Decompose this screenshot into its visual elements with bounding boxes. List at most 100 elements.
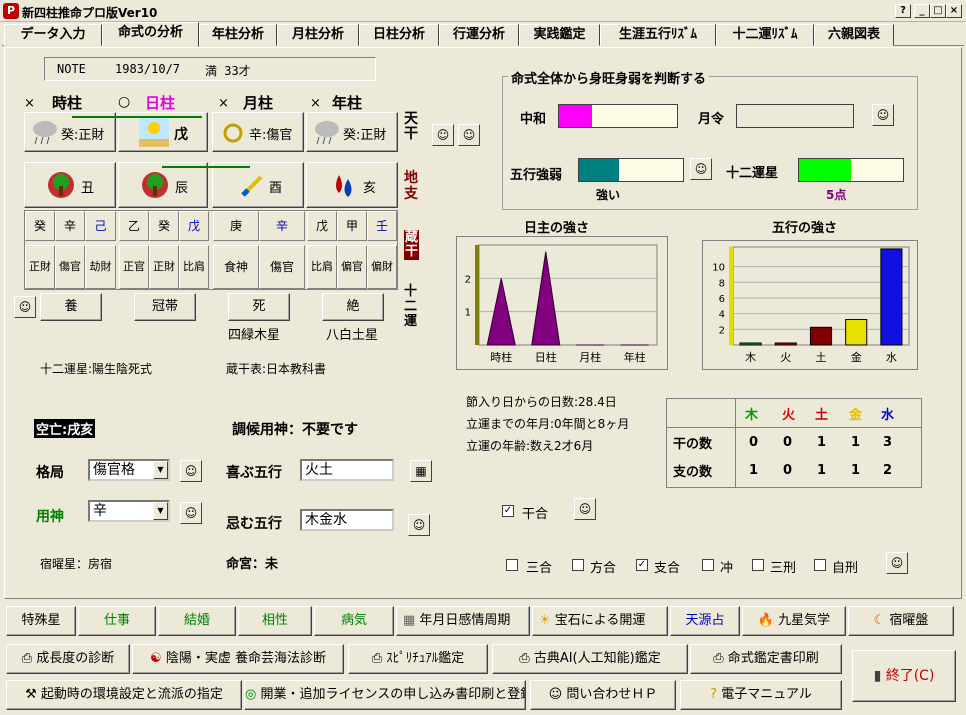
tab-year-pillar[interactable]: 年柱分析 <box>199 24 277 46</box>
check-label: 冲 <box>720 561 734 576</box>
shigoto-button[interactable]: 仕事 <box>78 606 156 636</box>
printer-icon: ⎙ <box>21 651 37 666</box>
tab-day-pillar[interactable]: 日柱分析 <box>359 24 439 46</box>
window-title: 新四柱推命プロ版Ver10 <box>22 6 158 20</box>
chevron-down-icon[interactable]: ▼ <box>153 461 168 479</box>
stem-link-line <box>72 116 202 118</box>
maximize-button[interactable]: □ <box>930 4 946 18</box>
gem-label: 宝石による開運 <box>554 613 646 628</box>
aishou-button[interactable]: 相性 <box>238 606 312 636</box>
tab-gogyo-rhythm[interactable]: 生涯五行ﾘｽﾞﾑ <box>600 24 716 46</box>
kango-info-button[interactable]: ☺ <box>574 498 596 520</box>
zoukan-cell: 辛 <box>55 211 85 241</box>
yorokobu-label: 喜ぶ五行 <box>226 465 282 481</box>
tools-icon: ⚒ <box>25 687 41 702</box>
spiritual-button[interactable]: ⎙ ｽﾋﾟﾘﾁｭｱﾙ鑑定 <box>348 644 488 674</box>
chart2-title: 五行の強さ <box>772 221 838 236</box>
kekkon-button[interactable]: 結婚 <box>158 606 236 636</box>
growth-label: 成長度の診断 <box>36 651 115 666</box>
youjin-select[interactable]: 辛 ▼ <box>88 500 170 522</box>
imu-info-button[interactable]: ☺ <box>408 514 430 536</box>
grid-icon[interactable]: ▦ <box>410 460 432 482</box>
zoukan-cell: 己 <box>85 211 116 241</box>
zoukan-god-cell: 正財 <box>25 245 55 289</box>
zoukan-grid: 癸 辛 己 乙 癸 戊 庚 辛 戊 甲 壬 正財 傷官 劫財 正官 正財 比肩 … <box>24 210 398 290</box>
tengen-button[interactable]: 天源占 <box>670 606 740 636</box>
twelve-year-button[interactable]: 絶 <box>322 293 384 321</box>
branch-hour-button[interactable]: 丑 <box>24 162 116 208</box>
tab-gyoun[interactable]: 行運分析 <box>439 24 519 46</box>
license-button[interactable]: ◎ 開業・追加ライセンスの申し込み書印刷と登録 <box>244 680 526 710</box>
kanjou-cycle-button[interactable]: ▦ 年月日感情周期 <box>396 606 530 636</box>
help-button[interactable]: ? <box>895 4 911 18</box>
sangou-checkbox[interactable] <box>506 559 518 571</box>
license-label: 開業・追加ライセンスの申し込み書印刷と登録 <box>260 687 526 702</box>
youjin-info-button[interactable]: ☺ <box>180 502 202 524</box>
gatsurei-info-button[interactable]: ☺ <box>872 104 894 126</box>
tab-juuni-rhythm[interactable]: 十二運ﾘｽﾞﾑ <box>716 24 814 46</box>
pillar-name-month: 月柱 <box>243 94 274 112</box>
checks-info-button[interactable]: ☺ <box>886 552 908 574</box>
zoukan-cell: 乙 <box>119 211 149 241</box>
stem-hour-button[interactable]: 癸:正財 <box>24 112 116 152</box>
gogyo-strength-svg: 2 4 6 8 10 木 火 土 金 水 <box>712 246 910 364</box>
print-report-label: 命式鑑定書印刷 <box>727 651 819 666</box>
contact-button[interactable]: ☺ 問い合わせＨＰ <box>530 680 676 710</box>
sankei-checkbox[interactable] <box>752 559 764 571</box>
check-label: 自刑 <box>832 561 859 576</box>
branch-day-button[interactable]: 辰 <box>118 162 208 208</box>
jikei-checkbox[interactable] <box>814 559 826 571</box>
kyusei-button[interactable]: 🔥 九星気学 <box>742 606 846 636</box>
twelve-info-button[interactable]: ☺ <box>14 296 36 318</box>
manual-button[interactable]: ? 電子マニュアル <box>680 680 842 710</box>
tenkan-info2-button[interactable]: ☺ <box>458 124 480 146</box>
exit-button[interactable]: ▮ 終了(C) <box>852 650 956 702</box>
tenkan-info-button[interactable]: ☺ <box>432 124 454 146</box>
note-label: NOTE <box>57 62 86 76</box>
tab-data-input[interactable]: データ入力 <box>4 24 102 46</box>
tokushusei-button[interactable]: 特殊星 <box>6 606 76 636</box>
twelve-hour-button[interactable]: 養 <box>40 293 102 321</box>
stem-day-button[interactable]: 戊 <box>118 112 208 152</box>
bar <box>880 248 903 346</box>
branch-month-button[interactable]: 酉 <box>212 162 304 208</box>
tab-meishiki[interactable]: 命式の分析 <box>102 22 199 47</box>
yorokobu-field[interactable]: 火土 <box>300 459 394 481</box>
tab-jissen[interactable]: 実践鑑定 <box>519 24 600 46</box>
kakkyoku-info-button[interactable]: ☺ <box>180 460 202 482</box>
branch-year-button[interactable]: 亥 <box>306 162 398 208</box>
tab-month-pillar[interactable]: 月柱分析 <box>277 24 359 46</box>
gogyo-header: 金 <box>849 408 863 423</box>
y-tick-label: 8 <box>719 278 725 289</box>
twelve-day-button[interactable]: 冠帯 <box>134 293 196 321</box>
tab-rokushin[interactable]: 六親図表 <box>814 24 894 46</box>
growth-button[interactable]: ⎙ 成長度の診断 <box>6 644 130 674</box>
twelve-month-button[interactable]: 死 <box>228 293 290 321</box>
moon-icon: ☾ <box>873 613 886 628</box>
stem-month-button[interactable]: 辛:傷官 <box>212 112 304 152</box>
close-button[interactable]: × <box>946 4 962 18</box>
stem-year-label: 癸:正財 <box>343 128 387 143</box>
inyou-button[interactable]: ☯ 陰陽・実虚 養命芸海法診断 <box>132 644 344 674</box>
settings-label: 起動時の環境設定と流派の指定 <box>40 687 223 702</box>
gogyo-cell: 0 <box>783 435 793 450</box>
zoukan-table: 蔵干表:日本教科書 <box>226 362 327 376</box>
kakkyoku-select[interactable]: 傷官格 ▼ <box>88 459 170 481</box>
shigou-checkbox[interactable]: ✓ <box>636 559 648 571</box>
imu-field[interactable]: 木金水 <box>300 509 394 531</box>
minimize-button[interactable]: _ <box>914 4 930 18</box>
shukuyo-board-button[interactable]: ☾ 宿曜盤 <box>848 606 954 636</box>
chuu-checkbox[interactable] <box>702 559 714 571</box>
gogyo-info-button[interactable]: ☺ <box>690 158 712 180</box>
stem-year-button[interactable]: 癸:正財 <box>306 112 398 152</box>
chevron-down-icon[interactable]: ▼ <box>153 502 168 520</box>
classic-ai-button[interactable]: ⎙ 古典AI(人工知能)鑑定 <box>492 644 688 674</box>
note-age: 満 33才 <box>205 64 251 78</box>
hougou-checkbox[interactable] <box>572 559 584 571</box>
check-label: 三合 <box>526 561 553 576</box>
kango-checkbox[interactable]: ✓ <box>502 505 514 517</box>
settings-button[interactable]: ⚒ 起動時の環境設定と流派の指定 <box>6 680 242 710</box>
print-report-button[interactable]: ⎙ 命式鑑定書印刷 <box>690 644 842 674</box>
gem-button[interactable]: ☀ 宝石による開運 <box>532 606 668 636</box>
byouki-button[interactable]: 病気 <box>314 606 394 636</box>
